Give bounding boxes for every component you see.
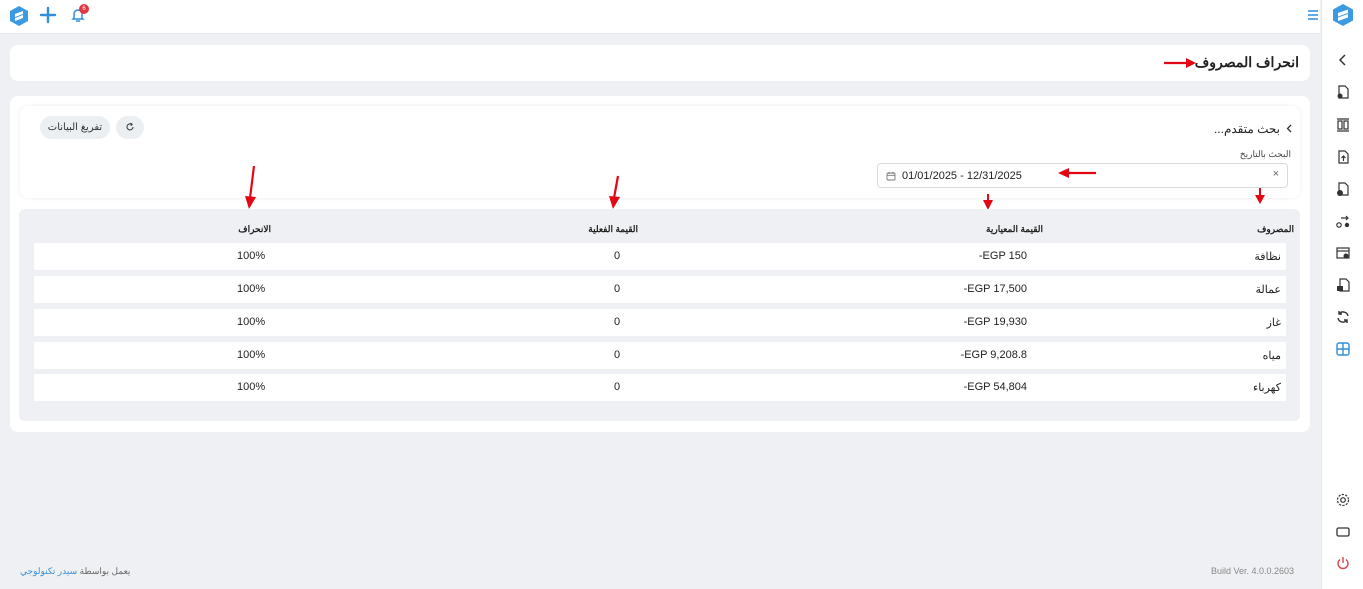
- expense-cell: كهرباء: [1253, 382, 1281, 394]
- top-bar: 6: [0, 0, 1320, 34]
- columns-icon[interactable]: [1335, 117, 1351, 133]
- actual-value-cell: 0: [614, 316, 621, 328]
- expense-cell: غاز: [1266, 317, 1281, 329]
- standard-value-cell: -EGP 150: [978, 250, 1027, 262]
- deviation-cell: 100%: [237, 381, 266, 393]
- layout-grid-icon[interactable]: [1335, 341, 1351, 357]
- standard-value-cell: -EGP 54,804: [963, 381, 1027, 393]
- column-header-standard-value[interactable]: القيمة المعيارية: [986, 224, 1043, 235]
- app-logo-icon[interactable]: [1331, 3, 1355, 27]
- table-row[interactable]: غاز -EGP 19,930 0 100%: [34, 309, 1286, 336]
- column-header-expense[interactable]: المصروف: [1257, 224, 1294, 235]
- advanced-search-toggle[interactable]: بحث متقدم...: [1214, 122, 1280, 136]
- expense-deviation-table: المصروف القيمة المعيارية القيمة الفعلية …: [19, 209, 1300, 421]
- hamburger-menu-icon[interactable]: [1306, 8, 1320, 22]
- expense-cell: مياه: [1262, 350, 1281, 362]
- report-card: تفريغ البيانات بحث متقدم... البحث بالتار…: [10, 96, 1310, 432]
- date-range-value: 01/01/2025 - 12/31/2025: [902, 170, 1022, 182]
- powered-by: يعمل بواسطة سيدر تكنولوجي: [20, 566, 130, 577]
- powered-by-prefix: يعمل بواسطة: [79, 566, 131, 576]
- table-row[interactable]: نظافة -EGP 150 0 100%: [34, 243, 1286, 270]
- expense-cell: نظافة: [1254, 251, 1281, 263]
- standard-value-cell: -EGP 19,930: [963, 316, 1027, 328]
- transfer-icon[interactable]: [1335, 213, 1351, 229]
- column-header-actual-value[interactable]: القيمة الفعلية: [588, 224, 638, 235]
- table-row[interactable]: كهرباء -EGP 54,804 0 100%: [34, 374, 1286, 401]
- refresh-icon: [126, 122, 134, 131]
- clear-data-button[interactable]: تفريغ البيانات: [40, 116, 110, 139]
- plus-icon[interactable]: [38, 5, 58, 25]
- actual-value-cell: 0: [614, 250, 621, 262]
- notification-badge: 6: [79, 4, 89, 14]
- cash-register-icon[interactable]: [1335, 245, 1351, 261]
- app-logo-icon[interactable]: [8, 5, 30, 27]
- document-check-icon[interactable]: [1335, 181, 1351, 197]
- chevron-left-icon[interactable]: [1335, 52, 1351, 68]
- expense-cell: عمالة: [1255, 284, 1281, 296]
- document-money-icon[interactable]: [1335, 84, 1351, 100]
- refresh-cycle-icon[interactable]: [1335, 309, 1351, 325]
- power-icon[interactable]: [1335, 555, 1351, 571]
- right-sidebar: [1321, 0, 1363, 589]
- date-search-label: البحث بالتاريخ: [1239, 149, 1291, 159]
- chevron-left-icon[interactable]: [1285, 124, 1294, 133]
- date-clear-button[interactable]: ×: [1273, 168, 1279, 180]
- deviation-cell: 100%: [237, 349, 266, 361]
- document-settings-icon[interactable]: [1335, 277, 1351, 293]
- annotation-arrow-icon: [245, 165, 256, 209]
- table-row[interactable]: عمالة -EGP 17,500 0 100%: [34, 276, 1286, 303]
- build-version: Build Ver. 4.0.0.2603: [1211, 566, 1295, 576]
- standard-value-cell: -EGP 9,208.8: [960, 349, 1027, 361]
- page-title: انحراف المصروف: [1194, 54, 1299, 70]
- refresh-button[interactable]: [116, 116, 144, 139]
- gear-icon[interactable]: [1335, 492, 1351, 508]
- monitor-icon[interactable]: [1335, 524, 1351, 540]
- actual-value-cell: 0: [614, 381, 621, 393]
- actual-value-cell: 0: [614, 283, 621, 295]
- standard-value-cell: -EGP 17,500: [963, 283, 1027, 295]
- page-header: انحراف المصروف: [10, 45, 1310, 81]
- annotation-arrow-icon: [609, 175, 620, 209]
- deviation-cell: 100%: [237, 316, 266, 328]
- deviation-cell: 100%: [237, 283, 266, 295]
- filter-panel: تفريغ البيانات بحث متقدم... البحث بالتار…: [20, 106, 1300, 198]
- annotation-arrow-icon: [1058, 168, 1096, 178]
- powered-by-link[interactable]: سيدر تكنولوجي: [20, 566, 77, 576]
- column-header-deviation[interactable]: الانحراف: [238, 224, 271, 235]
- annotation-arrow-icon: [1255, 188, 1265, 204]
- actual-value-cell: 0: [614, 349, 621, 361]
- calendar-icon: [886, 172, 896, 181]
- document-upload-icon[interactable]: [1335, 149, 1351, 165]
- annotation-arrow-icon: [1164, 58, 1196, 68]
- deviation-cell: 100%: [237, 250, 266, 262]
- table-row[interactable]: مياه -EGP 9,208.8 0 100%: [34, 342, 1286, 369]
